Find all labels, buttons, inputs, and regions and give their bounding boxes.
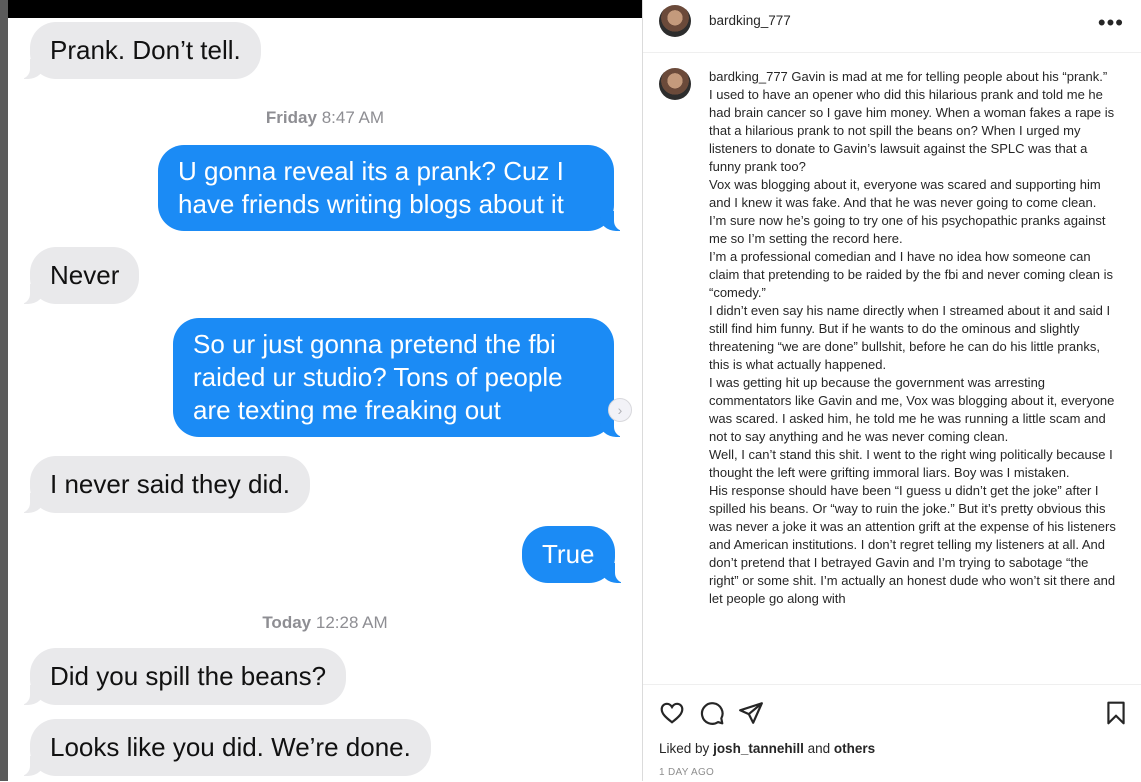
likes-and: and: [807, 741, 831, 756]
post-age[interactable]: 1 DAY AGO: [659, 767, 714, 778]
likes-summary: Liked by josh_tannehill and others: [659, 741, 875, 756]
caption-paragraph: His response should have been “I guess u…: [709, 483, 1116, 606]
timestamp-time: 12:28 AM: [315, 613, 388, 632]
avatar[interactable]: [659, 68, 691, 100]
liked-by-user-link[interactable]: josh_tannehill: [713, 741, 804, 756]
post-actions: Liked by josh_tannehill and others 1 DAY…: [643, 684, 1141, 782]
more-options-icon[interactable]: •••: [1098, 10, 1124, 36]
received-message: I never said they did.: [20, 456, 310, 513]
post-caption: bardking_777 Gavin is mad at me for tell…: [709, 68, 1119, 679]
timestamp-time: 8:47 AM: [321, 108, 385, 127]
caption-paragraph: I’m a professional comedian and I have n…: [709, 249, 1113, 300]
instagram-post-panel: bardking_777 ••• bardking_777 Gavin is m…: [642, 0, 1141, 781]
received-message: Prank. Don’t tell.: [20, 22, 261, 79]
post-username[interactable]: bardking_777: [709, 13, 791, 28]
timestamp: Today 12:28 AM: [8, 613, 642, 633]
share-icon[interactable]: [738, 700, 764, 726]
likes-prefix: Liked by: [659, 741, 710, 756]
sent-message: So ur just gonna pretend the fbi raided …: [173, 318, 624, 437]
caption-paragraph: I didn’t even say his name directly when…: [709, 303, 1111, 372]
comment-icon[interactable]: [699, 700, 725, 726]
timestamp-day: Today: [262, 613, 312, 632]
liked-by-others-link[interactable]: others: [834, 741, 875, 756]
caption-text: Gavin is mad at me for telling people ab…: [791, 69, 1108, 84]
caption-paragraph: I used to have an opener who did this hi…: [709, 87, 1115, 174]
received-message: Never: [19, 247, 140, 304]
caption-paragraph: Well, I can’t stand this shit. I went to…: [709, 447, 1113, 480]
caption-paragraph: bardking_777 Gavin is mad at me for tell…: [709, 68, 1119, 86]
sent-message: True: [522, 526, 624, 583]
heart-icon[interactable]: [659, 700, 685, 726]
timestamp-day: Friday: [265, 108, 317, 127]
post-header: bardking_777 •••: [643, 0, 1141, 53]
caption-paragraph: I was getting hit up because the governm…: [709, 375, 1115, 444]
sent-message: U gonna reveal its a prank? Cuz I have f…: [158, 145, 624, 231]
message-thread[interactable]: Prank. Don’t tell. Friday 8:47 AM U gonn…: [8, 18, 642, 781]
avatar[interactable]: [659, 5, 691, 37]
caption-paragraph: I’m sure now he’s going to try one of hi…: [709, 213, 1106, 246]
window-edge: [0, 0, 8, 781]
caption-paragraph: Vox was blogging about it, everyone was …: [709, 177, 1101, 210]
received-message: Looks like you did. We’re done.: [20, 719, 431, 776]
timestamp: Friday 8:47 AM: [8, 108, 642, 128]
received-message: Did you spill the beans?: [19, 648, 347, 705]
chat-top-bar: [8, 0, 642, 18]
caption-username[interactable]: bardking_777: [709, 69, 788, 84]
bookmark-icon[interactable]: [1103, 700, 1129, 726]
chevron-right-icon[interactable]: ›: [608, 398, 632, 422]
